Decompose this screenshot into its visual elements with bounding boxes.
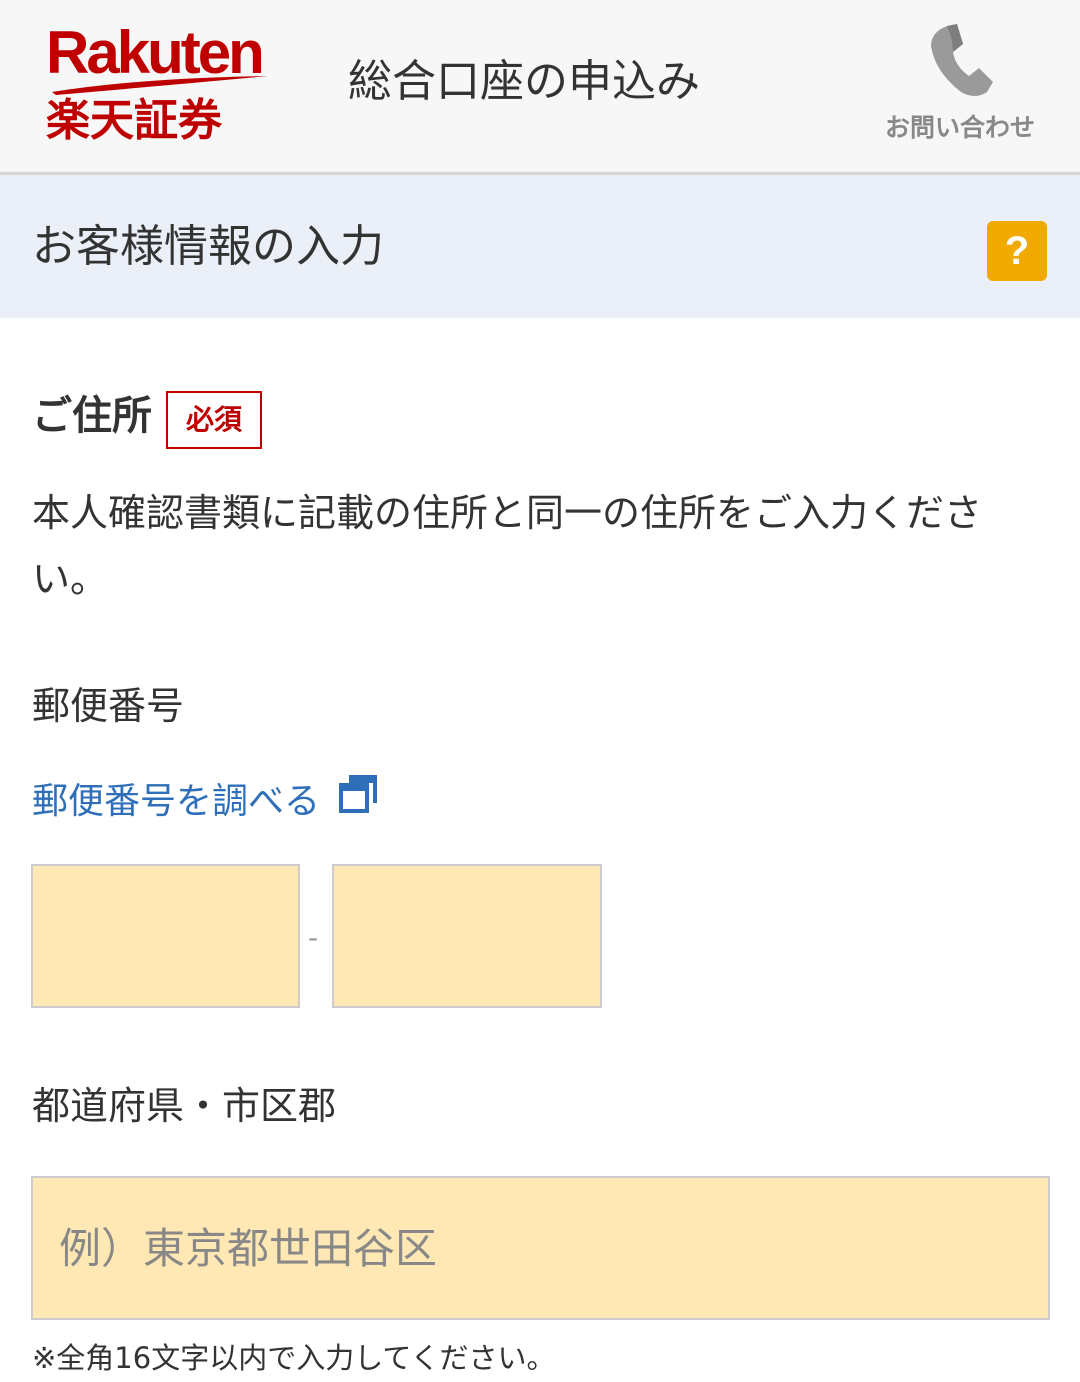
contact-button[interactable]: お問い合わせ <box>870 22 1050 152</box>
help-button[interactable]: ? <box>987 221 1047 281</box>
section-title: お客様情報の入力 <box>32 221 384 272</box>
address-label: ご住所 <box>32 393 152 439</box>
logo-text-jp: 楽天証券 <box>46 95 222 146</box>
prefecture-city-note: ※全角16文字以内で入力してください。 <box>32 1341 556 1375</box>
section-banner: お客様情報の入力 <box>0 175 1080 318</box>
contact-label: お問い合わせ <box>884 113 1035 142</box>
app-header: Rakuten 楽天証券 総合口座の申込み お問い合わせ <box>0 0 1080 175</box>
rakuten-securities-logo[interactable]: Rakuten 楽天証券 <box>46 22 278 146</box>
postal-code-first-input[interactable] <box>31 864 300 1008</box>
page-title: 総合口座の申込み <box>348 56 700 107</box>
phone-icon <box>931 24 993 96</box>
prefecture-city-label: 都道府県・市区郡 <box>32 1084 337 1128</box>
logo-swoosh-icon <box>52 76 268 95</box>
postal-code-lookup-link[interactable]: 郵便番号を調べる <box>32 774 378 829</box>
prefecture-city-input[interactable] <box>31 1176 1050 1320</box>
postal-code-separator: - <box>308 921 319 954</box>
external-window-icon <box>338 774 378 829</box>
postal-code-label: 郵便番号 <box>32 684 185 728</box>
postal-code-second-input[interactable] <box>332 864 602 1008</box>
address-description: 本人確認書類に記載の住所と同一の住所をご入力ください。 <box>32 491 983 601</box>
required-badge: 必須 <box>166 391 262 449</box>
postal-code-lookup-text: 郵便番号を調べる <box>32 780 321 822</box>
